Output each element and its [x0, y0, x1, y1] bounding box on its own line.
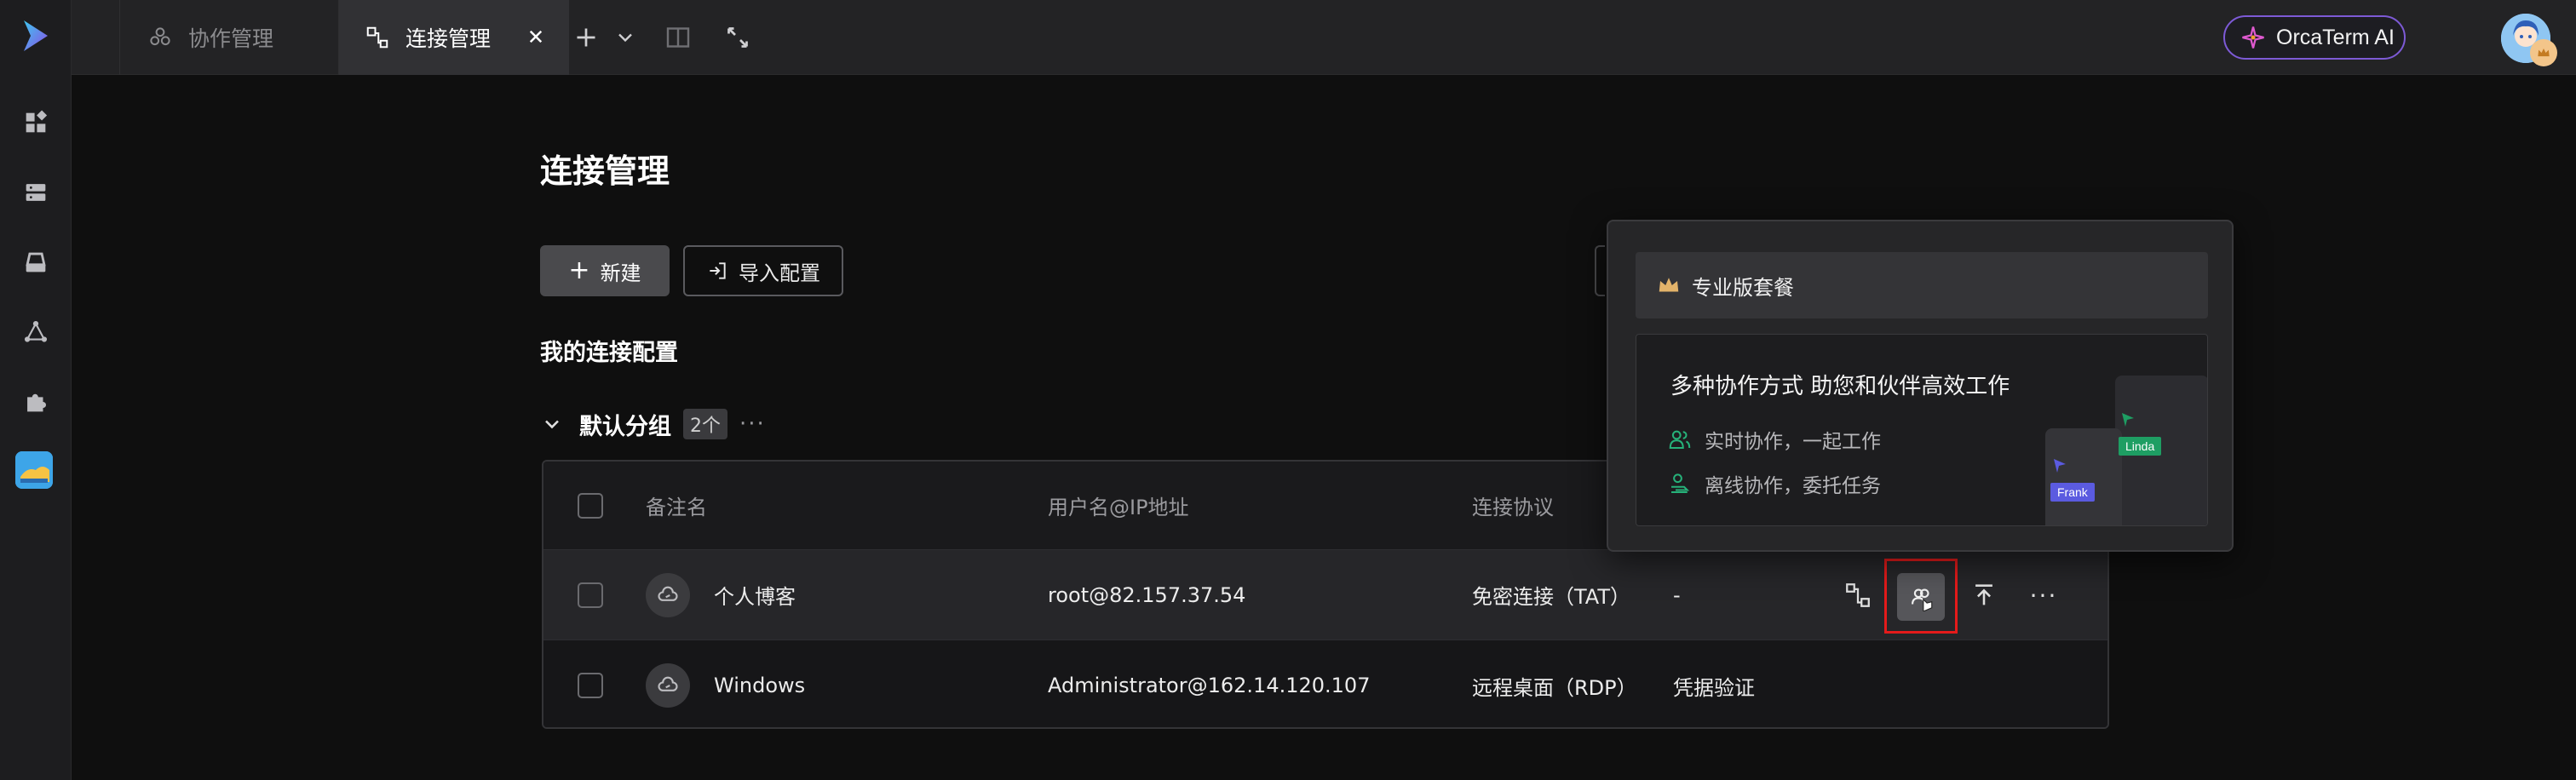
feature-card-title: 多种协作方式 助您和伙伴高效工作 [1670, 374, 2010, 399]
feature-line-realtime: 实时协作，一起工作 [1667, 425, 1881, 454]
ai-label: OrcaTerm AI [2276, 25, 2395, 49]
feature-line-realtime-label: 实时协作，一起工作 [1705, 431, 1881, 453]
ai-sparkle-icon [2242, 26, 2264, 49]
popover-header: 专业版套餐 [1636, 252, 2208, 318]
import-label: 导入配置 [739, 261, 820, 285]
plus-icon: + [568, 255, 590, 285]
chevron-down-icon[interactable] [540, 412, 564, 436]
row-name[interactable]: Windows [714, 674, 805, 697]
group-count-badge: 2个 [683, 409, 727, 439]
orcaterm-ai-button[interactable]: OrcaTerm AI [2223, 15, 2406, 60]
column-header-name: 备注名 [646, 496, 707, 519]
collaborator-tag-linda: Linda [2119, 437, 2162, 456]
row-name-cell: Windows [646, 640, 805, 727]
delegate-icon [1671, 473, 1690, 493]
cloud-server-icon [646, 663, 690, 708]
pro-plan-popover: 专业版套餐 多种协作方式 助您和伙伴高效工作 实时协作，一起工作 离线协作，委托… [1607, 220, 2234, 552]
group-name: 默认分组 [579, 413, 671, 440]
search-box-edge[interactable] [1595, 245, 1605, 296]
page-title: 连接管理 [540, 152, 670, 190]
tab-connection-management[interactable]: 连接管理 [339, 0, 569, 75]
row-protocol: 远程桌面（RDP） [1472, 675, 1637, 700]
collaboration-icon [1912, 588, 1933, 611]
table-row[interactable]: Windows Administrator@162.14.120.107 远程桌… [543, 640, 2107, 727]
row-name[interactable]: 个人博客 [714, 580, 796, 610]
row-protocol: 免密连接（TAT） [1472, 585, 1631, 609]
tab-collaboration[interactable]: 协作管理 [119, 0, 339, 75]
collaboration-button-highlight[interactable] [1884, 559, 1958, 634]
app-logo-icon[interactable] [17, 17, 55, 54]
group-header[interactable]: 默认分组 2个 ··· [540, 405, 766, 443]
tab-bar: 协作管理 连接管理 OrcaTerm AI [72, 0, 2576, 75]
more-actions-icon[interactable]: ··· [2027, 579, 2060, 611]
new-connection-button[interactable]: + 新建 [540, 245, 670, 296]
collaborator-tag-frank: Frank [2050, 483, 2095, 502]
split-view-icon[interactable] [663, 22, 693, 53]
storage-icon[interactable] [19, 245, 53, 279]
network-icon[interactable] [19, 315, 53, 349]
row-address: root@82.157.37.54 [1048, 582, 1246, 607]
plus-icon[interactable] [571, 22, 601, 53]
row-name-cell: 个人博客 [646, 550, 796, 639]
column-header-protocol: 连接协议 [1472, 496, 1554, 519]
row-checkbox[interactable] [578, 673, 603, 698]
collaboration-icon [150, 27, 170, 46]
tab-label: 连接管理 [405, 26, 492, 51]
close-icon[interactable] [523, 24, 549, 49]
table-row[interactable]: 个人博客 root@82.157.37.54 免密连接（TAT） - ··· [543, 550, 2107, 640]
server-icon[interactable] [19, 175, 53, 209]
lighthouse-app-icon[interactable] [15, 451, 53, 489]
connection-icon [366, 26, 388, 49]
feature-card: 多种协作方式 助您和伙伴高效工作 实时协作，一起工作 离线协作，委托任务 Lin… [1636, 334, 2208, 526]
import-config-button[interactable]: 导入配置 [683, 245, 843, 296]
row-checkbox[interactable] [578, 582, 603, 608]
section-title: 我的连接配置 [540, 340, 678, 366]
popover-header-label: 专业版套餐 [1692, 275, 1794, 300]
row-auth: - [1673, 582, 1681, 607]
row-auth: 凭据验证 [1673, 675, 1755, 700]
collaboration-button[interactable] [1897, 573, 1945, 621]
crown-icon [1659, 278, 1679, 292]
column-header-address: 用户名@IP地址 [1048, 496, 1189, 519]
left-rail [0, 0, 72, 780]
plugin-icon[interactable] [19, 385, 53, 419]
cloud-server-icon [646, 572, 690, 617]
feature-line-offline: 离线协作，委托任务 [1667, 469, 1881, 498]
group-more-icon[interactable]: ··· [739, 411, 766, 437]
people-icon [1669, 430, 1691, 449]
crown-badge-icon [2530, 39, 2557, 66]
row-address: Administrator@162.14.120.107 [1048, 674, 1371, 697]
dashboard-icon[interactable] [19, 106, 53, 140]
select-all-checkbox[interactable] [578, 492, 603, 519]
expand-icon[interactable] [722, 22, 753, 53]
upload-icon[interactable] [1968, 579, 2000, 611]
connect-icon[interactable] [1842, 579, 1874, 611]
chevron-down-icon[interactable] [613, 22, 637, 53]
import-icon [710, 262, 726, 279]
feature-line-offline-label: 离线协作，委托任务 [1705, 475, 1881, 497]
new-label: 新建 [600, 261, 641, 285]
tab-label: 协作管理 [188, 26, 274, 51]
